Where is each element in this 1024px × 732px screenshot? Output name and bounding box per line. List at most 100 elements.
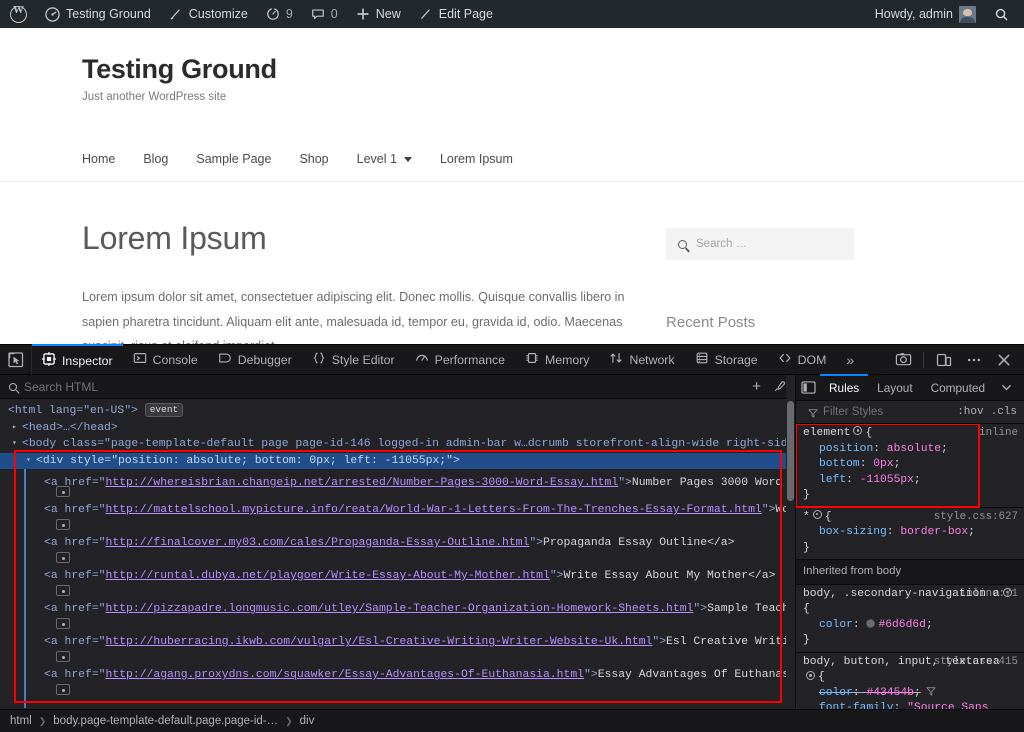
declaration[interactable]: bottom: 0px; xyxy=(803,457,1018,473)
dom-node-anchor-children[interactable] xyxy=(0,486,795,503)
breadcrumb-item-html[interactable]: html xyxy=(10,715,32,727)
tab-network[interactable]: Network xyxy=(599,345,684,375)
anchor-href[interactable]: http://mattelschool.mypicture.info/reata… xyxy=(106,504,762,516)
markup-vscroll-thumb[interactable] xyxy=(787,401,794,501)
text-node-badge[interactable] xyxy=(56,486,70,497)
tab-storage[interactable]: Storage xyxy=(685,345,768,375)
rule-element-inline[interactable]: element { inline position: absolute; bot… xyxy=(796,424,1024,508)
declaration-property[interactable]: left xyxy=(819,474,846,486)
collapse-twisty-icon[interactable]: ▾ xyxy=(26,453,36,470)
declaration-value[interactable]: -11055px xyxy=(860,474,914,486)
dom-node-anchor[interactable]: <a href="http://pizzapadre.longmusic.com… xyxy=(0,601,795,618)
tab-inspector[interactable]: Inspector xyxy=(32,344,123,374)
rule-source[interactable]: style.css:627 xyxy=(934,510,1018,526)
text-node-badge[interactable] xyxy=(56,519,70,530)
cls-button[interactable]: .cls xyxy=(991,406,1017,418)
markup-vscrollbar[interactable] xyxy=(786,375,795,732)
gear-icon[interactable] xyxy=(1003,588,1012,597)
declaration-value[interactable]: #43454b xyxy=(866,687,913,699)
tab-computed[interactable]: Computed xyxy=(922,375,994,401)
admin-bar-comments[interactable]: 0 xyxy=(302,0,347,28)
dom-node-anchor-children[interactable] xyxy=(0,684,795,701)
anchor-href[interactable]: http://huberracing.ikwb.com/vulgarly/Esl… xyxy=(106,636,653,648)
rule-selector[interactable]: element xyxy=(803,426,850,442)
collapse-twisty-icon[interactable]: ▾ xyxy=(12,436,22,453)
declaration-value[interactable]: absolute xyxy=(887,443,941,455)
declaration[interactable]: left: -11055px; xyxy=(803,473,1018,489)
tab-memory[interactable]: Memory xyxy=(515,345,599,375)
rules-list[interactable]: element { inline position: absolute; bot… xyxy=(796,424,1024,732)
tab-overflow-button[interactable]: » xyxy=(836,352,864,368)
text-node-badge[interactable] xyxy=(56,684,70,695)
dom-node-anchor-children[interactable] xyxy=(0,552,795,569)
admin-bar-search-button[interactable] xyxy=(985,0,1018,28)
dom-node-anchor-children[interactable] xyxy=(0,618,795,635)
nav-item-home[interactable]: Home xyxy=(82,152,115,166)
text-node-badge[interactable] xyxy=(56,585,70,596)
anchor-href[interactable]: http://runtal.dubya.net/playgoer/Write-E… xyxy=(106,570,550,582)
breadcrumb-item-body[interactable]: body.page-template-default.page.page-id-… xyxy=(53,715,278,727)
rule-selector[interactable]: body, button, input, textarea xyxy=(803,656,1000,668)
sidebar-search-box[interactable]: Search … xyxy=(666,228,854,260)
filter-styles-bar[interactable]: Filter Styles :hov .cls xyxy=(796,401,1024,424)
declaration-property[interactable]: color xyxy=(819,619,853,631)
three-pane-toggle-icon[interactable] xyxy=(796,375,820,401)
admin-bar-speed[interactable]: 9 xyxy=(257,0,302,28)
dom-node-anchor[interactable]: <a href="http://huberracing.ikwb.com/vul… xyxy=(0,634,795,651)
event-badge[interactable]: event xyxy=(145,403,184,417)
declaration-property[interactable]: position xyxy=(819,443,873,455)
dom-tree[interactable]: <html lang="en-US"> event ▸<head>…</head… xyxy=(0,399,795,708)
tab-debugger[interactable]: Debugger xyxy=(208,345,302,375)
anchor-href[interactable]: http://pizzapadre.longmusic.com/utley/Sa… xyxy=(106,603,694,615)
wordpress-logo-icon[interactable] xyxy=(0,0,36,28)
site-title[interactable]: Testing Ground xyxy=(82,54,1024,85)
gear-icon[interactable] xyxy=(853,426,862,435)
gear-icon[interactable] xyxy=(813,510,822,519)
plus-icon[interactable]: + xyxy=(752,379,761,394)
nav-item-blog[interactable]: Blog xyxy=(143,152,168,166)
dom-node-div-selected[interactable]: ▾<div style="position: absolute; bottom:… xyxy=(0,453,795,470)
search-html-bar[interactable]: Search HTML + xyxy=(0,375,795,399)
element-picker-button[interactable] xyxy=(0,345,32,375)
dom-node-anchor[interactable]: <a href="http://finalcover.my03.com/cale… xyxy=(0,535,795,552)
dom-node-body[interactable]: ▾<body class="page-template-default page… xyxy=(0,436,795,453)
tab-performance[interactable]: Performance xyxy=(405,345,515,375)
dom-node-anchor[interactable]: <a href="http://whereisbrian.changeip.ne… xyxy=(0,469,795,486)
dom-node-anchor[interactable]: <a href="http://mattelschool.mypicture.i… xyxy=(0,502,795,519)
text-node-badge[interactable] xyxy=(56,552,70,563)
admin-bar-edit-page[interactable]: Edit Page xyxy=(410,0,502,28)
tab-style-editor[interactable]: Style Editor xyxy=(302,345,405,375)
dom-node-anchor-children[interactable] xyxy=(0,585,795,602)
declaration[interactable]: position: absolute; xyxy=(803,442,1018,458)
anchor-href[interactable]: http://agang.proxydns.com/squawker/Essay… xyxy=(106,669,585,681)
declaration[interactable]: color: #6d6d6d; xyxy=(803,618,1018,634)
declaration-overridden[interactable]: color: #43454b; xyxy=(803,686,1018,702)
dom-node-anchor[interactable]: <a href="http://agang.proxydns.com/squaw… xyxy=(0,667,795,684)
declaration-value[interactable]: #6d6d6d xyxy=(878,619,925,631)
dom-node-head[interactable]: ▸<head>…</head> xyxy=(0,420,795,437)
declaration-value[interactable]: border-box xyxy=(900,526,968,538)
nav-item-lorem-ipsum[interactable]: Lorem Ipsum xyxy=(440,152,513,166)
dom-node-anchor[interactable]: <a href="http://runtal.dubya.net/playgoe… xyxy=(0,568,795,585)
nav-item-shop[interactable]: Shop xyxy=(299,152,328,166)
breadcrumb-item-div[interactable]: div xyxy=(300,715,315,727)
rule-selector[interactable]: body, .secondary-navigation a xyxy=(803,588,1000,600)
chevron-down-icon[interactable] xyxy=(994,375,1018,401)
dom-node-anchor-children[interactable] xyxy=(0,651,795,668)
rule-source[interactable]: inline xyxy=(979,426,1018,442)
color-swatch[interactable] xyxy=(866,619,875,628)
admin-bar-new[interactable]: New xyxy=(347,0,410,28)
dom-node-anchor-children[interactable] xyxy=(0,519,795,536)
dom-node-html[interactable]: <html lang="en-US"> event xyxy=(0,403,795,420)
admin-bar-site-name[interactable]: Testing Ground xyxy=(36,0,160,28)
rule-selector[interactable]: * xyxy=(803,510,810,526)
responsive-design-mode-icon[interactable] xyxy=(930,345,958,375)
rule-inherited-body-secondary-nav[interactable]: body, .secondary-navigation a{ inline:71… xyxy=(796,585,1024,653)
expand-twisty-icon[interactable]: ▸ xyxy=(12,420,22,437)
tab-dom[interactable]: DOM xyxy=(768,345,837,375)
tab-console[interactable]: Console xyxy=(123,345,208,375)
close-icon[interactable] xyxy=(990,345,1018,375)
declaration-property[interactable]: bottom xyxy=(819,458,860,470)
declaration-property[interactable]: box-sizing xyxy=(819,526,887,538)
admin-bar-my-account[interactable]: Howdy, admin xyxy=(866,0,985,28)
